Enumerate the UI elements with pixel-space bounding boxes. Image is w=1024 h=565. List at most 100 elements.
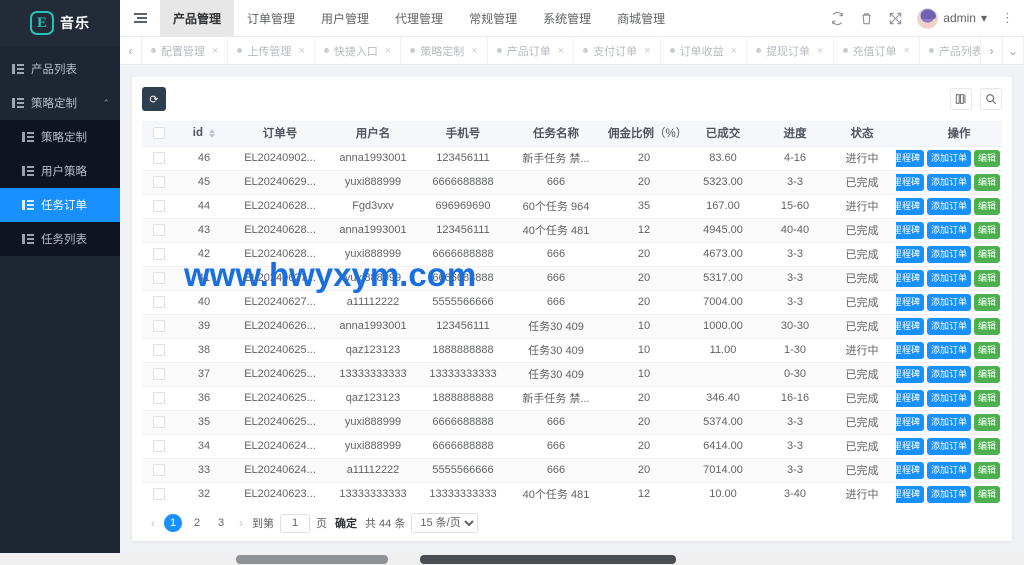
col-header-id[interactable]: id xyxy=(176,121,232,147)
row-checkbox[interactable] xyxy=(153,368,165,381)
edit-button[interactable]: 编辑 xyxy=(974,173,1001,191)
trash-icon[interactable] xyxy=(859,11,874,26)
table-row[interactable]: 37 EL20240625... 13333333333 13333333333 任务3… xyxy=(142,362,1002,387)
column-settings-icon[interactable] xyxy=(950,88,972,110)
tab-user-management[interactable]: 用户管理 xyxy=(308,0,382,36)
user-menu[interactable]: admin ▾ xyxy=(917,7,987,29)
add-order-button[interactable]: 添加订单 xyxy=(926,485,971,503)
row-checkbox[interactable] xyxy=(153,464,165,477)
sidebar-item-task-order[interactable]: 任务订单 xyxy=(0,188,120,222)
milestone-button[interactable]: 里程碑 xyxy=(896,365,924,383)
add-order-button[interactable]: 添加订单 xyxy=(926,437,971,455)
milestone-button[interactable]: 里程碑 xyxy=(896,341,924,359)
milestone-button[interactable]: 里程碑 xyxy=(896,461,924,479)
add-order-button[interactable]: 添加订单 xyxy=(926,293,971,311)
milestone-button[interactable]: 里程碑 xyxy=(896,317,924,335)
tab-chip-strategy[interactable]: 策略定制 × xyxy=(401,37,488,64)
row-checkbox[interactable] xyxy=(153,344,165,357)
add-order-button[interactable]: 添加订单 xyxy=(926,389,971,407)
row-checkbox[interactable] xyxy=(153,392,165,405)
refresh-table-button[interactable]: ⟳ xyxy=(142,87,166,111)
bottom-scrollbar[interactable] xyxy=(0,553,1024,565)
table-row[interactable]: 40 EL20240627... a11112222 5555566666 666 20 7… xyxy=(142,290,1002,315)
scrollbar-thumb[interactable] xyxy=(420,555,676,564)
tab-general-management[interactable]: 常规管理 xyxy=(456,0,530,36)
edit-button[interactable]: 编辑 xyxy=(974,317,1001,335)
tab-chip-recharge-order[interactable]: 充值订单 × xyxy=(834,37,920,64)
add-order-button[interactable]: 添加订单 xyxy=(926,149,971,167)
tab-chip-withdraw-order[interactable]: 提现订单 × xyxy=(747,37,834,64)
row-checkbox[interactable] xyxy=(153,416,165,429)
row-checkbox[interactable] xyxy=(153,296,165,309)
tab-chip-product-order[interactable]: 产品订单 × xyxy=(488,37,575,64)
add-order-button[interactable]: 添加订单 xyxy=(926,461,971,479)
milestone-button[interactable]: 里程碑 xyxy=(896,221,924,239)
page-size-select[interactable]: 15 条/页30 条/页50 条/页 xyxy=(411,513,479,533)
goto-confirm-button[interactable]: 确定 xyxy=(333,515,359,531)
close-icon[interactable]: × xyxy=(817,45,823,57)
tab-order-management[interactable]: 订单管理 xyxy=(234,0,308,36)
refresh-icon[interactable] xyxy=(830,11,845,26)
close-icon[interactable]: × xyxy=(558,45,564,57)
edit-button[interactable]: 编辑 xyxy=(974,269,1001,287)
edit-button[interactable]: 编辑 xyxy=(974,461,1001,479)
add-order-button[interactable]: 添加订单 xyxy=(926,173,971,191)
tabstrip-dropdown-button[interactable]: ⌄ xyxy=(1002,37,1024,64)
edit-button[interactable]: 编辑 xyxy=(974,149,1001,167)
search-icon[interactable] xyxy=(980,88,1002,110)
sidebar-item-user-strategy[interactable]: 用户策略 xyxy=(0,154,120,188)
table-row[interactable]: 45 EL20240629... yuxi888999 6666688888 666 20… xyxy=(142,170,1002,195)
edit-button[interactable]: 编辑 xyxy=(974,365,1001,383)
goto-page-input[interactable] xyxy=(280,513,310,533)
row-checkbox[interactable] xyxy=(153,320,165,333)
row-checkbox[interactable] xyxy=(153,488,165,501)
tab-mall-management[interactable]: 商城管理 xyxy=(604,0,678,36)
edit-button[interactable]: 编辑 xyxy=(974,413,1001,431)
menu-collapse-button[interactable] xyxy=(120,0,160,36)
sort-icon[interactable] xyxy=(209,128,216,138)
tabstrip-scroll-right-button[interactable]: › xyxy=(980,37,1002,64)
add-order-button[interactable]: 添加订单 xyxy=(926,269,971,287)
pagination-prev-button[interactable]: ‹ xyxy=(148,516,158,530)
table-row[interactable]: 39 EL20240626... anna1993001 123456111 任务30 … xyxy=(142,314,1002,339)
table-row[interactable]: 42 EL20240628... yuxi888999 6666688888 666 20… xyxy=(142,242,1002,267)
table-row[interactable]: 43 EL20240628... anna1993001 123456111 40个任务… xyxy=(142,218,1002,243)
table-row[interactable]: 34 EL20240624... yuxi888999 6666688888 666 20… xyxy=(142,434,1002,459)
pagination-page-2[interactable]: 2 xyxy=(188,514,206,532)
tab-product-management[interactable]: 产品管理 xyxy=(160,0,235,36)
milestone-button[interactable]: 里程碑 xyxy=(896,437,924,455)
milestone-button[interactable]: 里程碑 xyxy=(896,293,924,311)
edit-button[interactable]: 编辑 xyxy=(974,485,1001,503)
close-icon[interactable]: × xyxy=(731,45,737,57)
add-order-button[interactable]: 添加订单 xyxy=(926,365,971,383)
tab-chip-product-list[interactable]: 产品列表 × xyxy=(920,37,980,64)
close-icon[interactable]: × xyxy=(385,45,391,57)
add-order-button[interactable]: 添加订单 xyxy=(926,245,971,263)
milestone-button[interactable]: 里程碑 xyxy=(896,413,924,431)
milestone-button[interactable]: 里程碑 xyxy=(896,269,924,287)
close-icon[interactable]: × xyxy=(644,45,650,57)
pagination-page-1[interactable]: 1 xyxy=(164,514,182,532)
sidebar-item-strategy-custom[interactable]: 策略定制 xyxy=(0,120,120,154)
tab-chip-quick-entry[interactable]: 快捷入口 × xyxy=(315,37,402,64)
table-row[interactable]: 38 EL20240625... qaz123123 1888888888 任务30 4… xyxy=(142,338,1002,363)
more-options-icon[interactable]: ⋮ xyxy=(1001,10,1014,26)
sidebar-item-product-list[interactable]: 产品列表 xyxy=(0,52,120,86)
row-checkbox[interactable] xyxy=(153,440,165,453)
milestone-button[interactable]: 里程碑 xyxy=(896,389,924,407)
close-icon[interactable]: × xyxy=(471,45,477,57)
fullscreen-icon[interactable] xyxy=(888,11,903,26)
add-order-button[interactable]: 添加订单 xyxy=(926,197,971,215)
edit-button[interactable]: 编辑 xyxy=(974,221,1001,239)
row-checkbox[interactable] xyxy=(153,200,165,213)
tab-chip-payment-order[interactable]: 支付订单 × xyxy=(574,37,661,64)
select-all-checkbox[interactable] xyxy=(153,127,165,140)
add-order-button[interactable]: 添加订单 xyxy=(926,413,971,431)
add-order-button[interactable]: 添加订单 xyxy=(926,341,971,359)
edit-button[interactable]: 编辑 xyxy=(974,245,1001,263)
tab-chip-upload[interactable]: 上传管理 × xyxy=(228,37,315,64)
milestone-button[interactable]: 里程碑 xyxy=(896,197,924,215)
edit-button[interactable]: 编辑 xyxy=(974,389,1001,407)
close-icon[interactable]: × xyxy=(212,45,218,57)
brand-logo[interactable]: E 音乐 xyxy=(0,0,120,46)
